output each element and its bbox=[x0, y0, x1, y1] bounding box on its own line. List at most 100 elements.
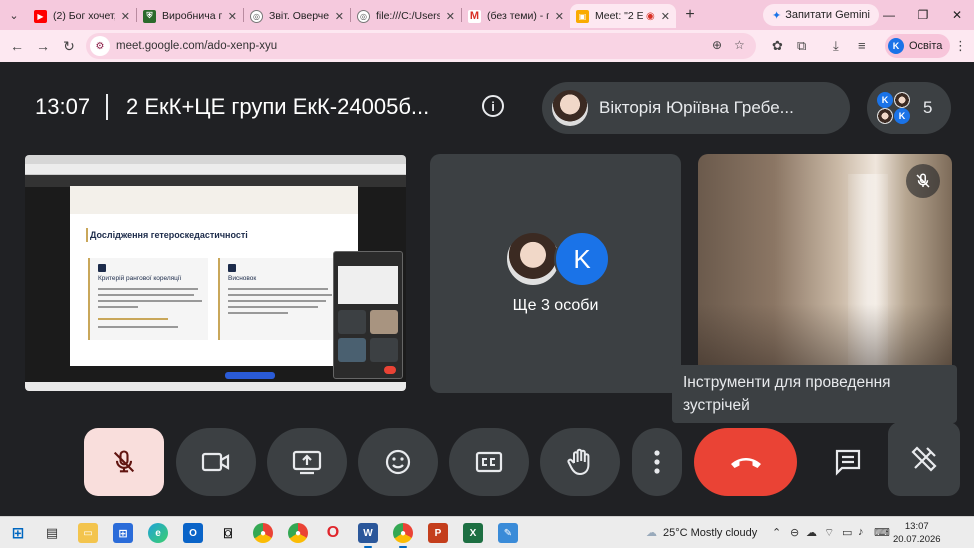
preview-tile bbox=[338, 310, 366, 334]
card-title: Висновок bbox=[228, 275, 257, 282]
chat-button[interactable] bbox=[808, 428, 888, 496]
close-icon[interactable]: ✕ bbox=[335, 10, 344, 23]
task-view-icon[interactable]: ▤ bbox=[42, 523, 62, 543]
leave-call-button[interactable] bbox=[694, 428, 797, 496]
app-icon[interactable]: ⌼ bbox=[218, 523, 238, 543]
restore-icon[interactable]: ❐ bbox=[906, 0, 940, 30]
browser-tab[interactable]: ◎ file:///C:/Users/ ✕ bbox=[351, 4, 461, 28]
others-label: Ще 3 особи bbox=[512, 297, 599, 314]
text-line bbox=[228, 294, 332, 296]
preview-window bbox=[338, 266, 398, 304]
meeting-title: 2 ЕкК+ЦЕ групи ЕкК-24005б... bbox=[126, 94, 430, 119]
captions-icon bbox=[475, 451, 503, 473]
tab-title: Звіт. Оверчен bbox=[269, 10, 329, 22]
battery-icon[interactable]: ▭ bbox=[842, 526, 852, 539]
mic-off-button[interactable] bbox=[84, 428, 164, 496]
text-line bbox=[228, 288, 328, 290]
url-text[interactable]: meet.google.com/ado-xenp-xyu bbox=[116, 40, 277, 52]
powerpoint-icon[interactable]: P bbox=[428, 523, 448, 543]
windows-taskbar: ⊞ ▤ ▭ ⊞ e O ⌼ ● ● O W ● P X ✎ ☁ 25°C Mos… bbox=[0, 516, 974, 548]
language-icon[interactable]: ⌨ bbox=[874, 526, 890, 539]
window-close-icon[interactable]: ✕ bbox=[940, 0, 974, 30]
raise-hand-button[interactable] bbox=[540, 428, 620, 496]
camera-tile[interactable] bbox=[698, 154, 952, 393]
clock-time: 13:07 bbox=[904, 521, 929, 532]
recording-icon: ◉ bbox=[646, 10, 655, 22]
text-line bbox=[228, 300, 326, 302]
extension-puzzle-icon[interactable]: ✿ bbox=[772, 38, 783, 54]
media-control-icon[interactable]: ≡ bbox=[858, 38, 866, 53]
word-icon[interactable]: W bbox=[358, 523, 378, 548]
store-icon[interactable]: ⊞ bbox=[113, 523, 133, 543]
presenter-name: Вікторія Юріївна Гребе... bbox=[599, 98, 794, 117]
address-bar[interactable]: ⚙ meet.google.com/ado-xenp-xyu ⊕ ☆ bbox=[86, 33, 756, 59]
browser-tab-active[interactable]: ▣ Meet: "2 Ек ◉ ✕ bbox=[570, 4, 676, 28]
meeting-info-icon[interactable]: i bbox=[482, 95, 504, 117]
network-icon[interactable]: ⌔ bbox=[824, 526, 834, 540]
participants-button[interactable]: K K 5 bbox=[867, 82, 951, 134]
screen-share-tile[interactable]: Дослідження гетероскедастичності Критері… bbox=[25, 155, 406, 391]
excel-icon[interactable]: X bbox=[463, 523, 483, 543]
present-button[interactable] bbox=[267, 428, 347, 496]
browser-tab[interactable]: M (без теми) - па ✕ bbox=[462, 4, 570, 28]
file-explorer-icon[interactable]: ▭ bbox=[78, 523, 98, 543]
shared-notification-pill bbox=[225, 372, 275, 379]
presenter-chip[interactable]: Вікторія Юріївна Гребе... bbox=[542, 82, 850, 134]
chrome-icon[interactable]: ● bbox=[253, 523, 273, 543]
browser-tab[interactable]: ▶ (2) Бог хочет, ч ✕ bbox=[28, 4, 136, 28]
minimize-icon[interactable]: — bbox=[872, 0, 906, 30]
reload-icon[interactable]: ↻ bbox=[56, 38, 82, 55]
mic-off-indicator-icon bbox=[906, 164, 940, 198]
close-icon[interactable]: ✕ bbox=[121, 10, 130, 23]
outlook-icon[interactable]: O bbox=[183, 523, 203, 543]
reactions-button[interactable] bbox=[358, 428, 438, 496]
back-icon[interactable]: ← bbox=[4, 38, 30, 54]
captions-button[interactable] bbox=[449, 428, 529, 496]
camera-button[interactable] bbox=[176, 428, 256, 496]
close-icon[interactable]: ✕ bbox=[228, 10, 237, 23]
volume-icon[interactable]: ♪ bbox=[858, 526, 864, 538]
chevron-up-icon[interactable]: ⌃ bbox=[772, 526, 781, 539]
edge-icon[interactable]: e bbox=[148, 523, 168, 543]
shared-tabstrip bbox=[25, 155, 406, 164]
kebab-menu-icon[interactable]: ⋮ bbox=[954, 38, 967, 54]
browser-tab[interactable]: ◎ Звіт. Оверчен ✕ bbox=[244, 4, 350, 28]
tab-search-chevron-icon[interactable]: ⌄ bbox=[0, 0, 28, 30]
gemini-sparkle-icon: ✦ bbox=[772, 9, 782, 22]
profile-button[interactable]: K Освіта bbox=[885, 34, 951, 58]
mic-off-icon bbox=[113, 450, 135, 473]
close-icon[interactable]: ✕ bbox=[661, 10, 670, 23]
participants-count: 5 bbox=[923, 98, 933, 117]
windows-start-icon[interactable]: ⊞ bbox=[8, 523, 28, 543]
participant-avatar: K bbox=[877, 92, 893, 108]
system-clock[interactable]: 13:07 20.07.2026 bbox=[893, 520, 941, 546]
tab-title: Meet: "2 Ек bbox=[595, 10, 644, 22]
new-tab-button[interactable]: + bbox=[676, 6, 704, 24]
meeting-time: 13:07 bbox=[35, 94, 91, 119]
avatar: K bbox=[888, 38, 904, 54]
forward-icon[interactable]: → bbox=[30, 38, 56, 54]
tools-button[interactable] bbox=[888, 422, 960, 496]
close-icon[interactable]: ✕ bbox=[446, 10, 455, 23]
text-line bbox=[98, 306, 138, 308]
ask-gemini-button[interactable]: ✦ Запитати Gemini bbox=[763, 4, 879, 26]
more-options-button[interactable] bbox=[632, 428, 682, 496]
extensions-icon[interactable]: ⧉ bbox=[797, 38, 806, 54]
others-tile[interactable]: K Ще 3 особи bbox=[430, 154, 681, 393]
weather-widget[interactable]: ☁ 25°C Mostly cloudy bbox=[646, 526, 757, 540]
paint-icon[interactable]: ✎ bbox=[498, 523, 518, 543]
onedrive-icon[interactable]: ☁ bbox=[806, 526, 817, 539]
chrome-profile-icon[interactable]: ● bbox=[288, 523, 308, 543]
site-info-icon[interactable]: ⚙ bbox=[90, 36, 110, 56]
chrome-active-icon[interactable]: ● bbox=[393, 523, 413, 548]
browser-tab[interactable]: ⛨ Виробнича пра ✕ bbox=[137, 4, 243, 28]
opera-icon[interactable]: O bbox=[323, 523, 343, 543]
text-line bbox=[228, 312, 288, 314]
download-icon[interactable]: ⤓ bbox=[833, 38, 839, 54]
divider bbox=[106, 94, 108, 120]
tray-app-icon[interactable]: ⊖ bbox=[790, 526, 799, 539]
zoom-icon[interactable]: ⊕ bbox=[712, 38, 722, 52]
bookmark-star-icon[interactable]: ☆ bbox=[734, 38, 745, 52]
participant-avatar: K bbox=[554, 231, 610, 287]
close-icon[interactable]: ✕ bbox=[555, 10, 564, 23]
